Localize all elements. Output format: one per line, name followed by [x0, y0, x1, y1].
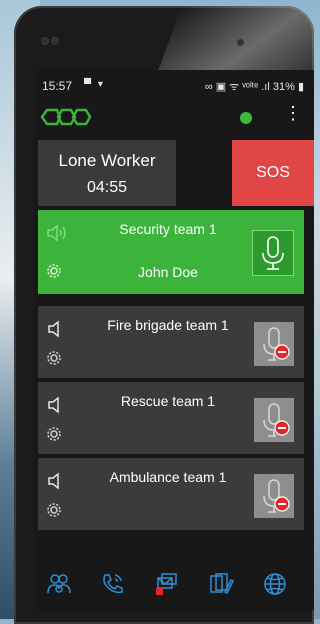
microphone-icon — [262, 236, 284, 270]
speaker-icon[interactable] — [46, 396, 64, 414]
microphone-muted-button[interactable] — [254, 474, 294, 518]
status-right: ∞ ▣ ᯤ ᵛᵒˡᵗᵉ .ıl 31% ▮ — [205, 79, 304, 94]
connectivity-icons: ∞ ▣ ᯤ ᵛᵒˡᵗᵉ .ıl — [204, 81, 273, 93]
team-card-security[interactable]: Security team 1 John Doe — [38, 210, 304, 294]
team-name: Security team 1 — [119, 221, 217, 237]
team-card-ambulance[interactable]: Ambulance team 1 — [38, 458, 304, 530]
microphone-muted-button[interactable] — [254, 322, 294, 366]
phone-frame: 15:57 ▀ ▾ ∞ ▣ ᯤ ᵛᵒˡᵗᵉ .ıl 31% ▮ ⋮ Lone W… — [14, 6, 314, 624]
app-screen: 15:57 ▀ ▾ ∞ ▣ ᯤ ᵛᵒˡᵗᵉ .ıl 31% ▮ ⋮ Lone W… — [34, 70, 314, 610]
microphone-muted-button[interactable] — [254, 398, 294, 442]
speaker-icon[interactable] — [46, 472, 64, 490]
sos-button[interactable]: SOS — [232, 140, 314, 206]
team-card-fire-brigade[interactable]: Fire brigade team 1 — [38, 306, 304, 378]
team-card-rescue[interactable]: Rescue team 1 — [38, 382, 304, 454]
battery-icon: ▮ — [294, 81, 304, 93]
team-name: Rescue team 1 — [120, 393, 216, 409]
speaker-icon[interactable] — [46, 320, 64, 338]
status-bar: 15:57 ▀ ▾ ∞ ▣ ᯤ ᵛᵒˡᵗᵉ .ıl 31% ▮ — [34, 70, 314, 100]
speaker-on-icon[interactable] — [46, 224, 68, 242]
contacts-icon[interactable] — [46, 572, 72, 596]
camera-lens — [238, 40, 243, 45]
notes-icon[interactable] — [208, 572, 234, 596]
online-status-indicator — [240, 112, 252, 124]
gear-icon[interactable] — [46, 502, 62, 518]
phone-top-bezel — [28, 18, 298, 68]
lone-worker-label: Lone Worker — [58, 151, 156, 170]
microphone-muted-icon — [263, 403, 290, 437]
sensor-dot — [42, 38, 48, 44]
team-name: Fire brigade team 1 — [107, 317, 229, 333]
battery-level: 31% — [272, 81, 295, 93]
microphone-muted-icon — [263, 327, 290, 361]
notification-icons: ▀ ▾ — [84, 79, 105, 90]
honeycomb-logo — [40, 108, 92, 126]
sensor-dot — [52, 38, 58, 44]
status-time: 15:57 — [42, 79, 73, 93]
team-name: Ambulance team 1 — [109, 469, 227, 485]
gear-icon[interactable] — [46, 426, 62, 442]
globe-icon[interactable] — [262, 572, 288, 596]
push-to-talk-button[interactable] — [252, 230, 294, 276]
active-user: John Doe — [138, 264, 198, 280]
call-icon[interactable] — [100, 572, 126, 596]
lone-worker-button[interactable]: Lone Worker 04:55 — [38, 140, 176, 206]
app-bar: ⋮ — [34, 100, 314, 136]
gear-icon[interactable] — [46, 350, 62, 366]
gear-icon[interactable] — [46, 263, 62, 279]
messages-icon[interactable] — [154, 572, 180, 596]
more-options-icon[interactable]: ⋮ — [284, 104, 302, 122]
lone-worker-timer: 04:55 — [86, 179, 128, 196]
microphone-muted-icon — [263, 479, 290, 513]
bottom-navigation — [34, 558, 314, 610]
